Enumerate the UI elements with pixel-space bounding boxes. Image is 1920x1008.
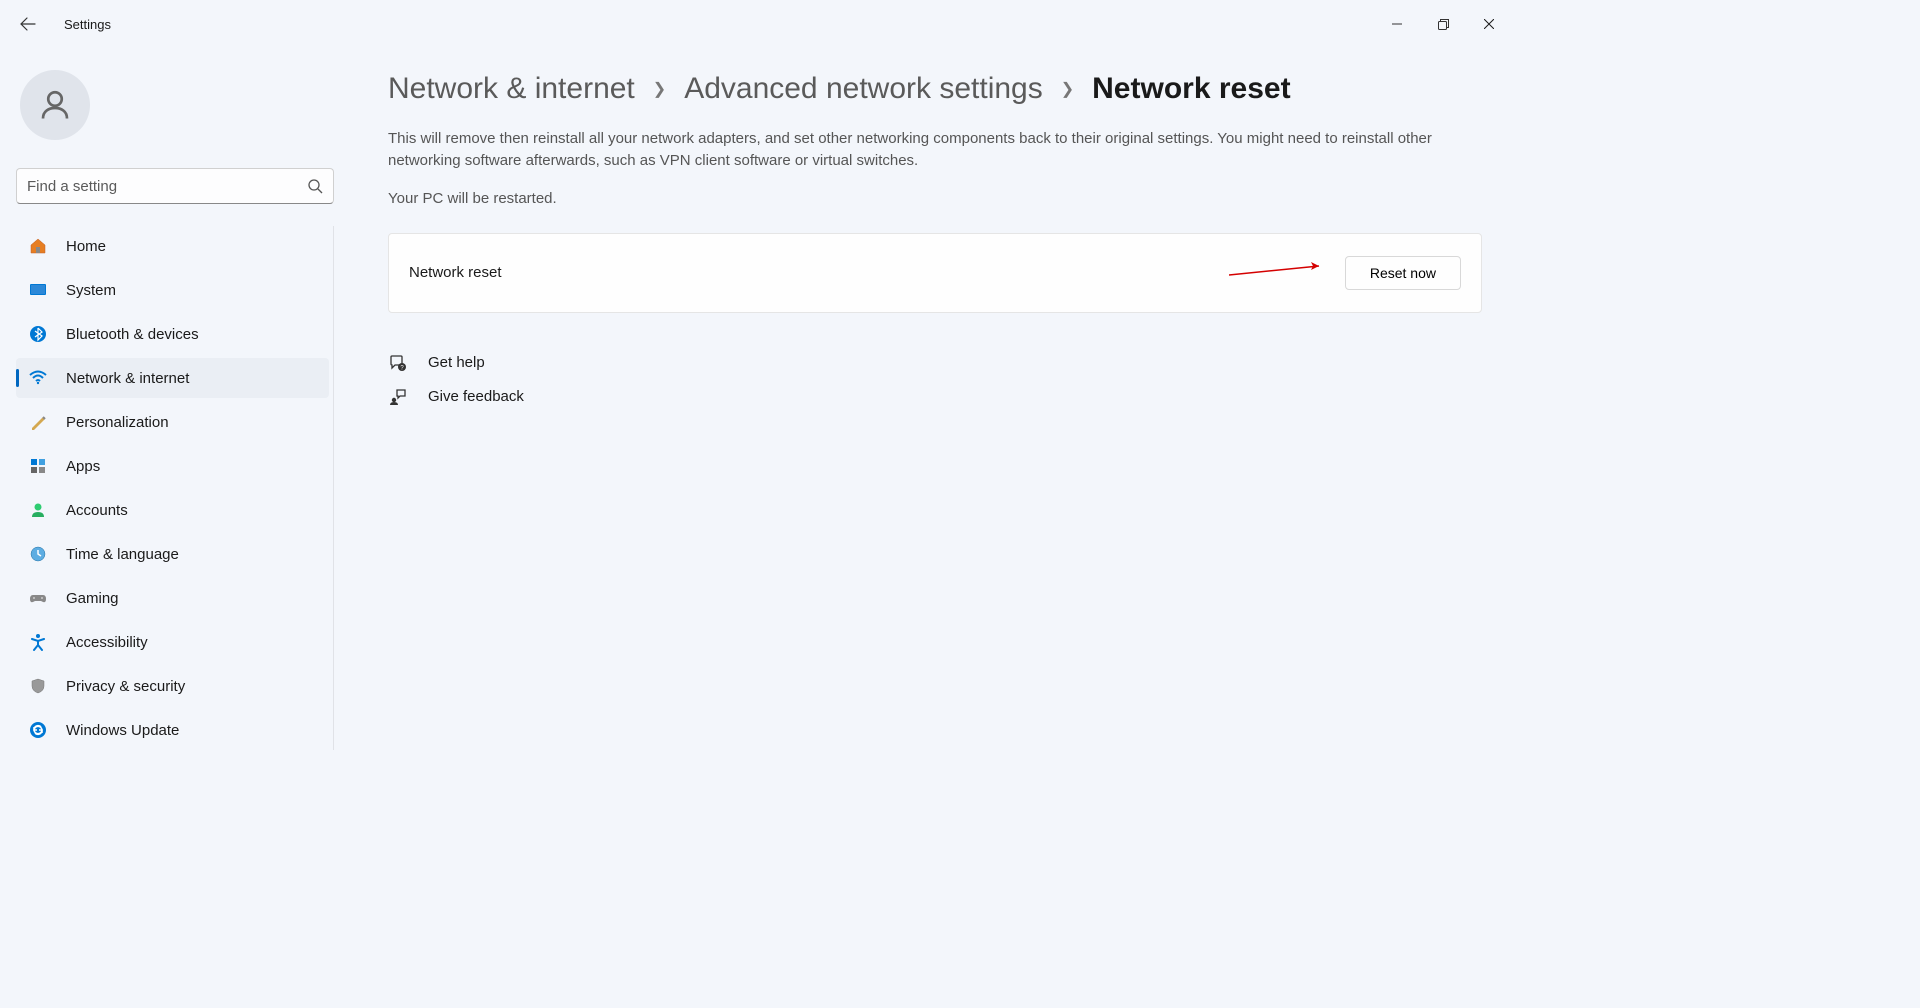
user-icon — [37, 87, 73, 123]
reset-now-button[interactable]: Reset now — [1345, 256, 1461, 290]
sidebar-item-update[interactable]: Windows Update — [16, 710, 329, 750]
minimize-icon — [1392, 19, 1402, 29]
nav-label: Bluetooth & devices — [66, 326, 199, 343]
personalization-icon — [28, 412, 48, 432]
sidebar-item-bluetooth[interactable]: Bluetooth & devices — [16, 314, 329, 354]
minimize-button[interactable] — [1374, 8, 1420, 40]
back-button[interactable] — [8, 4, 48, 44]
bluetooth-icon — [28, 324, 48, 344]
nav-label: Time & language — [66, 546, 179, 563]
breadcrumb-network[interactable]: Network & internet — [388, 72, 635, 106]
accessibility-icon — [28, 632, 48, 652]
maximize-button[interactable] — [1420, 8, 1466, 40]
restart-note: Your PC will be restarted. — [388, 190, 1482, 207]
feedback-icon — [388, 387, 408, 407]
sidebar-item-network[interactable]: Network & internet — [16, 358, 329, 398]
chevron-right-icon: ❯ — [653, 79, 666, 99]
network-reset-card: Network reset Reset now — [388, 233, 1482, 313]
nav-label: Accounts — [66, 502, 128, 519]
nav-label: Privacy & security — [66, 678, 185, 695]
sidebar-item-accessibility[interactable]: Accessibility — [16, 622, 329, 662]
nav-label: Home — [66, 238, 106, 255]
breadcrumb: Network & internet ❯ Advanced network se… — [388, 72, 1482, 106]
breadcrumb-current: Network reset — [1092, 72, 1290, 106]
sidebar-item-home[interactable]: Home — [16, 226, 329, 266]
privacy-icon — [28, 676, 48, 696]
accounts-icon — [28, 500, 48, 520]
close-icon — [1484, 19, 1494, 29]
sidebar-item-apps[interactable]: Apps — [16, 446, 329, 486]
maximize-icon — [1438, 19, 1449, 30]
nav-label: Accessibility — [66, 634, 148, 651]
nav-label: Network & internet — [66, 370, 189, 387]
titlebar: Settings — [0, 0, 1520, 48]
description-text: This will remove then reinstall all your… — [388, 128, 1448, 172]
breadcrumb-advanced[interactable]: Advanced network settings — [684, 72, 1043, 106]
home-icon — [28, 236, 48, 256]
sidebar: Home System Bluetooth & devices Network … — [0, 48, 350, 1008]
gaming-icon — [28, 588, 48, 608]
nav-label: Apps — [66, 458, 100, 475]
update-icon — [28, 720, 48, 740]
search-box[interactable] — [16, 168, 334, 204]
sidebar-item-system[interactable]: System — [16, 270, 329, 310]
get-help-link[interactable]: ? Get help — [388, 353, 1482, 373]
help-label: Get help — [428, 354, 485, 371]
window-controls — [1374, 8, 1512, 40]
help-icon: ? — [388, 353, 408, 373]
chevron-right-icon: ❯ — [1061, 79, 1074, 99]
window-title: Settings — [64, 17, 111, 32]
apps-icon — [28, 456, 48, 476]
sidebar-item-accounts[interactable]: Accounts — [16, 490, 329, 530]
annotation-arrow — [1229, 260, 1329, 285]
nav-list: Home System Bluetooth & devices Network … — [16, 226, 334, 750]
help-links: ? Get help Give feedback — [388, 353, 1482, 407]
main-content: Network & internet ❯ Advanced network se… — [350, 48, 1520, 1008]
back-arrow-icon — [20, 16, 36, 32]
search-icon — [307, 178, 323, 194]
card-label: Network reset — [409, 264, 502, 281]
system-icon — [28, 280, 48, 300]
give-feedback-link[interactable]: Give feedback — [388, 387, 1482, 407]
sidebar-item-personalization[interactable]: Personalization — [16, 402, 329, 442]
sidebar-item-time[interactable]: Time & language — [16, 534, 329, 574]
sidebar-item-gaming[interactable]: Gaming — [16, 578, 329, 618]
search-input[interactable] — [27, 178, 307, 195]
time-icon — [28, 544, 48, 564]
nav-label: Gaming — [66, 590, 119, 607]
wifi-icon — [28, 368, 48, 388]
feedback-label: Give feedback — [428, 388, 524, 405]
nav-label: System — [66, 282, 116, 299]
user-avatar[interactable] — [20, 70, 90, 140]
nav-label: Personalization — [66, 414, 169, 431]
nav-label: Windows Update — [66, 722, 179, 739]
sidebar-item-privacy[interactable]: Privacy & security — [16, 666, 329, 706]
close-button[interactable] — [1466, 8, 1512, 40]
